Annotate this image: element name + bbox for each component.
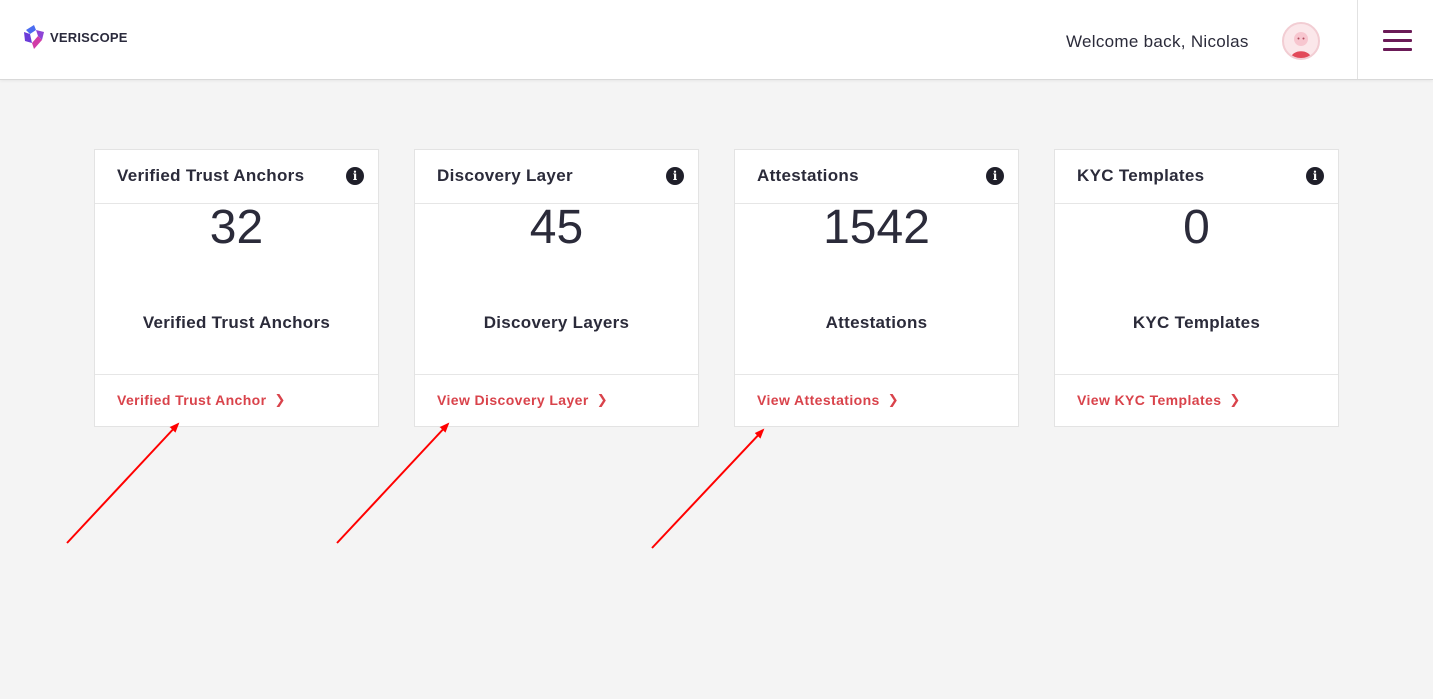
info-icon[interactable]: i	[1306, 167, 1324, 185]
card-footer: View KYC Templates ❯	[1055, 374, 1338, 428]
veriscope-logo-icon	[24, 25, 44, 49]
card-header: Discovery Layer i	[415, 150, 698, 204]
annotation-arrow	[66, 422, 180, 544]
welcome-message: Welcome back, Nicolas	[1066, 32, 1249, 51]
card-count: 0	[1183, 201, 1210, 254]
info-icon[interactable]: i	[346, 167, 364, 185]
card-header: Attestations i	[735, 150, 1018, 204]
card-footer: View Discovery Layer ❯	[415, 374, 698, 428]
chevron-right-icon: ❯	[887, 392, 900, 407]
card-subtitle: KYC Templates	[1132, 313, 1261, 332]
hamburger-menu-icon[interactable]	[1383, 30, 1412, 52]
menu-divider	[1357, 0, 1358, 79]
view-link-label: Verified Trust Anchor	[117, 392, 267, 408]
chevron-right-icon: ❯	[1229, 392, 1241, 407]
view-link-label: View KYC Templates	[1077, 392, 1222, 408]
card-footer: Verified Trust Anchor ❯	[95, 374, 378, 428]
card-title: Discovery Layer	[437, 166, 573, 185]
card-title: Verified Trust Anchors	[117, 166, 305, 185]
card-subtitle: Verified Trust Anchors	[142, 313, 331, 332]
card-header: Verified Trust Anchors i	[95, 150, 378, 204]
card-footer: View Attestations ❯	[735, 374, 1018, 428]
view-link[interactable]: View KYC Templates ❯	[1077, 392, 1241, 408]
top-navigation-bar: VERISCOPE Welcome back, Nicolas	[0, 0, 1433, 80]
card-count: 32	[209, 201, 264, 254]
logo-text: VERISCOPE	[50, 29, 128, 45]
card-header: KYC Templates i	[1055, 150, 1338, 204]
card-kyc-templates: KYC Templates i 0 KYC Templates View KYC…	[1054, 149, 1339, 427]
card-discovery-layer: Discovery Layer i 45 Discovery Layers Vi…	[414, 149, 699, 427]
card-count: 45	[529, 201, 584, 254]
card-attestations: Attestations i 1542 Attestations View At…	[734, 149, 1019, 427]
user-avatar[interactable]	[1282, 22, 1320, 60]
veriscope-logo[interactable]: VERISCOPE	[22, 24, 128, 50]
chevron-right-icon: ❯	[596, 392, 609, 407]
view-link[interactable]: View Attestations ❯	[757, 392, 899, 408]
view-link[interactable]: Verified Trust Anchor ❯	[117, 392, 286, 408]
card-subtitle: Discovery Layers	[483, 313, 630, 332]
avatar-icon	[1291, 32, 1311, 58]
view-link-label: View Discovery Layer	[437, 392, 589, 408]
card-title: KYC Templates	[1077, 166, 1205, 185]
view-link[interactable]: View Discovery Layer ❯	[437, 392, 608, 408]
card-verified-trust-anchors: Verified Trust Anchors i 32 Verified Tru…	[94, 149, 379, 427]
chevron-right-icon: ❯	[274, 392, 286, 407]
annotation-arrow	[336, 422, 450, 544]
card-title: Attestations	[757, 166, 859, 185]
info-icon[interactable]: i	[666, 167, 684, 185]
annotation-arrow	[651, 428, 765, 549]
card-subtitle: Attestations	[825, 313, 928, 332]
card-count: 1542	[823, 201, 930, 254]
view-link-label: View Attestations	[757, 392, 880, 408]
info-icon[interactable]: i	[986, 167, 1004, 185]
